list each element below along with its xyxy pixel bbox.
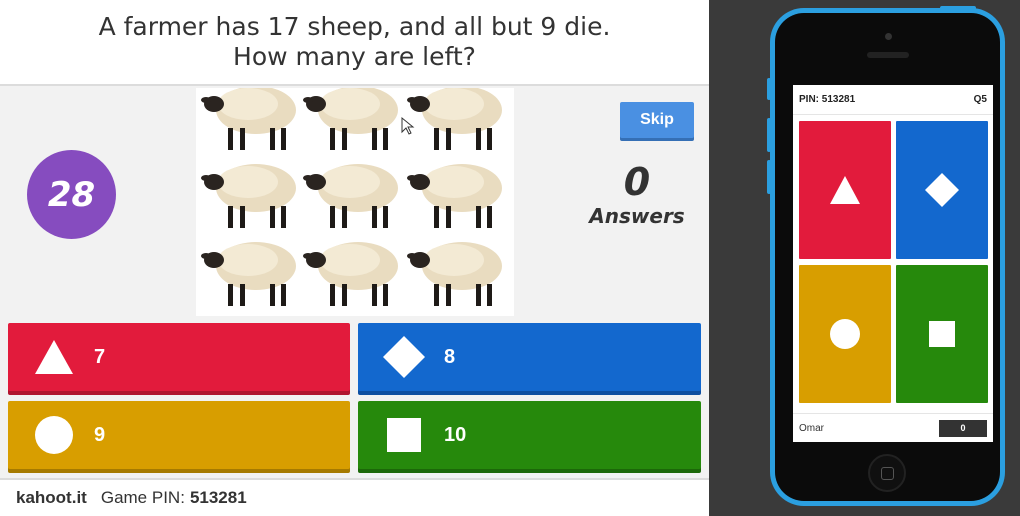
phone-question-number: Q5 [973,94,987,105]
triangle-icon [830,176,860,204]
game-pin-value: 513281 [189,488,247,507]
skip-button[interactable]: Skip [620,102,694,138]
answer-count-value: 0 [623,160,651,204]
answer-label: 8 [444,345,456,368]
host-screen: A farmer has 17 sheep, and all but 9 die… [0,0,709,516]
player-name: Omar [799,422,824,434]
phone-footer: Omar 0 [793,413,993,442]
countdown-timer: 28 [27,150,116,239]
phone-body: PIN: 513281 Q5 Omar 0 [775,13,1000,501]
power-button[interactable] [940,6,976,10]
answer-option-red[interactable]: 7 [8,323,350,391]
question-bar: A farmer has 17 sheep, and all but 9 die… [0,0,709,86]
question-image [196,88,514,316]
home-button[interactable] [868,454,906,492]
volume-down-button[interactable] [767,160,771,194]
game-pin-label: Game PIN: [100,488,185,507]
square-icon [929,321,955,347]
question-line-2: How many are left? [233,42,476,71]
diamond-icon [376,329,432,385]
phone-answer-green[interactable] [896,265,988,403]
answer-option-yellow[interactable]: 9 [8,401,350,469]
square-icon [376,407,432,463]
speaker-icon [867,52,909,58]
mute-switch[interactable] [767,78,771,100]
sheep-image [201,88,502,306]
answer-counter: 0 Answers [584,160,690,228]
circle-icon [830,319,860,349]
home-icon [880,466,894,480]
question-line-1: A farmer has 17 sheep, and all but 9 die… [98,12,611,41]
player-score: 0 [939,419,987,437]
volume-up-button[interactable] [767,118,771,152]
brand-link[interactable]: kahoot.it [16,488,87,508]
answer-label: 7 [94,345,106,368]
phone-answer-red[interactable] [799,121,891,259]
answer-count-label: Answers [589,204,685,228]
phone-answer-yellow[interactable] [799,265,891,403]
answer-label: 10 [444,423,467,446]
phone-screen: PIN: 513281 Q5 Omar 0 [793,85,993,442]
answer-option-blue[interactable]: 8 [358,323,701,391]
footer-bar: kahoot.it Game PIN: 513281 [0,478,709,516]
phone-pin: PIN: 513281 [799,94,856,105]
circle-icon [26,407,82,463]
question-text: A farmer has 17 sheep, and all but 9 die… [0,12,709,72]
triangle-icon [26,329,82,385]
answer-option-green[interactable]: 10 [358,401,701,469]
answer-label: 9 [94,423,106,446]
phone-device: PIN: 513281 Q5 Omar 0 [767,6,1005,506]
phone-answer-blue[interactable] [896,121,988,259]
phone-header: PIN: 513281 Q5 [793,85,993,115]
diamond-icon [925,173,959,207]
camera-icon [885,33,892,40]
